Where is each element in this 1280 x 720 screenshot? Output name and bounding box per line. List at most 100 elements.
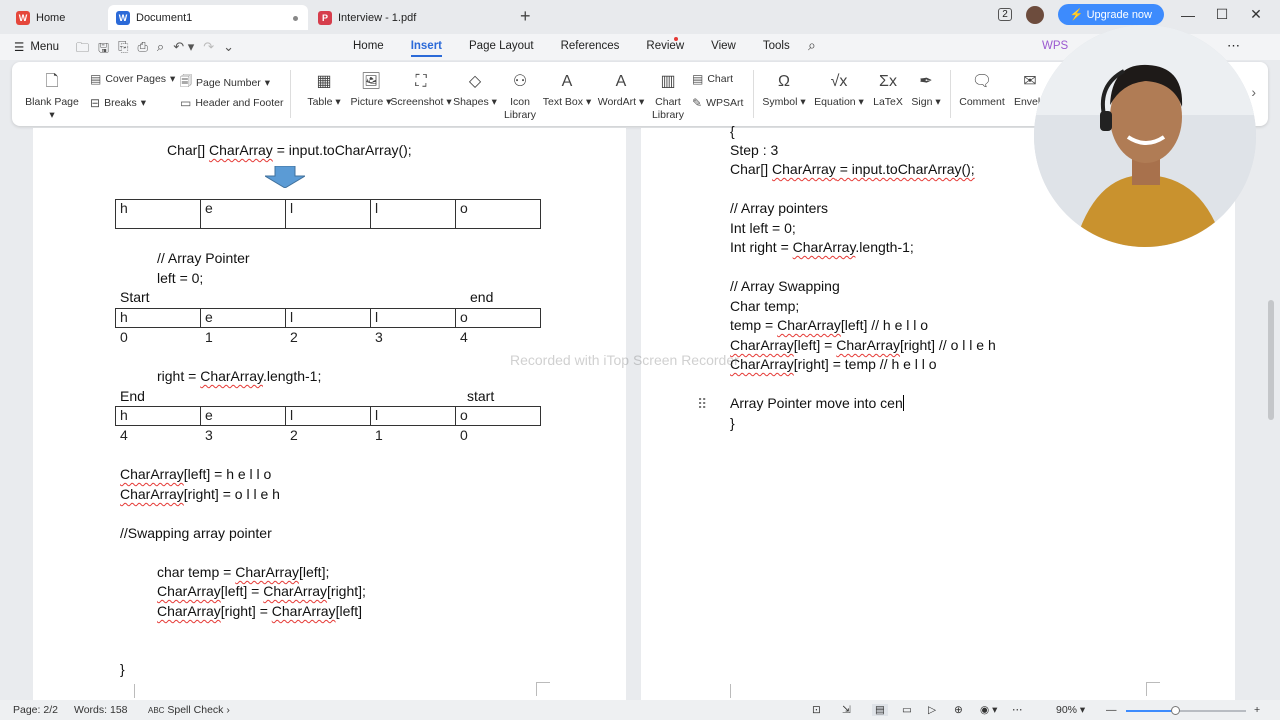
index-label: 1 bbox=[205, 329, 213, 345]
tab-interview-pdf[interactable]: P Interview - 1.pdf bbox=[310, 5, 510, 30]
menu-button[interactable]: ☰ Menu bbox=[14, 40, 59, 54]
wordart-button[interactable]: A WordArt ▾ bbox=[596, 70, 646, 109]
upgrade-button[interactable]: ⚡ Upgrade now bbox=[1057, 4, 1164, 25]
eye-protection-icon[interactable]: ◉ ▾ bbox=[980, 704, 997, 716]
outline-view-icon[interactable]: ⇲ bbox=[842, 704, 851, 716]
drag-handle-icon[interactable]: ⠿ bbox=[697, 396, 707, 413]
index-row-2: 4 3 2 1 0 bbox=[116, 427, 541, 443]
swap-line-3: CharArray[right] = CharArray[left] bbox=[157, 603, 363, 619]
wpsart-button[interactable]: ✎ WPSArt bbox=[692, 96, 743, 110]
shapes-button[interactable]: ◇ Shapes ▾ bbox=[452, 70, 498, 109]
open-folder-icon[interactable]: 🗀 bbox=[76, 39, 89, 61]
array-cell: o bbox=[455, 199, 541, 229]
zoom-level[interactable]: 90% ▾ bbox=[1056, 704, 1085, 716]
open-brace: { bbox=[730, 123, 735, 139]
screenshot-label: Screenshot ▾ bbox=[390, 96, 452, 108]
account-badge-icon[interactable]: 2 bbox=[998, 8, 1012, 21]
save-icon[interactable]: 🖫 bbox=[98, 39, 109, 61]
comment-icon: 🗨 bbox=[971, 72, 993, 90]
typing-line[interactable]: Array Pointer move into cen bbox=[730, 395, 904, 411]
index-label: 2 bbox=[290, 329, 298, 345]
blank-page-button[interactable]: 🗋 Blank Page ▾ bbox=[22, 70, 82, 122]
equation-icon: √x bbox=[830, 72, 848, 90]
print-preview-icon[interactable]: ⌕ bbox=[157, 39, 164, 61]
document-page-left[interactable]: Char[] CharArray = input.toCharArray(); … bbox=[33, 128, 626, 703]
vertical-scrollbar[interactable] bbox=[1268, 300, 1274, 420]
minimize-icon[interactable]: — bbox=[1178, 7, 1198, 23]
zoom-in-icon[interactable]: + bbox=[1254, 704, 1260, 716]
globe-icon[interactable]: ⊕ bbox=[954, 704, 963, 716]
undo-icon[interactable]: ↶ ▾ bbox=[173, 39, 194, 61]
wps-ai-button[interactable]: WPS bbox=[1042, 40, 1068, 52]
word-count[interactable]: Words: 158 bbox=[74, 704, 128, 716]
page-number-button[interactable]: 🗐 Page Number ▾ bbox=[180, 72, 270, 93]
play-icon[interactable]: ▷ bbox=[928, 704, 936, 716]
maximize-icon[interactable]: ☐ bbox=[1212, 6, 1232, 23]
tab-tools[interactable]: Tools bbox=[763, 40, 790, 57]
cover-pages-button[interactable]: ▤ Cover Pages ▾ bbox=[90, 72, 175, 86]
header-footer-button[interactable]: ▭ Header and Footer bbox=[180, 96, 283, 110]
blank-page-label: Blank Page ▾ bbox=[25, 96, 79, 121]
breaks-button[interactable]: ⊟ Breaks ▾ bbox=[90, 96, 146, 110]
avatar[interactable] bbox=[1025, 5, 1044, 24]
tab-insert[interactable]: Insert bbox=[410, 40, 443, 57]
text-box-button[interactable]: A Text Box ▾ bbox=[540, 70, 594, 109]
search-icon[interactable]: ⌕ bbox=[808, 37, 816, 54]
zoom-slider[interactable] bbox=[1126, 706, 1246, 715]
zoom-slider-thumb[interactable] bbox=[1171, 706, 1180, 715]
screenshot-button[interactable]: ⛶ Screenshot ▾ bbox=[388, 70, 454, 109]
sign-button[interactable]: ✒ Sign ▾ bbox=[906, 70, 946, 109]
customize-chevron-icon[interactable]: ⌄ bbox=[223, 39, 234, 61]
more-options-icon[interactable]: ⋯ bbox=[1227, 38, 1240, 54]
equation-button[interactable]: √x Equation ▾ bbox=[812, 70, 866, 109]
tab-references[interactable]: References bbox=[561, 40, 620, 57]
array-table-2: h e l l o bbox=[115, 308, 541, 328]
tab-review[interactable]: Review bbox=[646, 40, 684, 57]
page-view-icon[interactable]: ▤ bbox=[872, 704, 888, 716]
webcam-overlay bbox=[1034, 25, 1256, 247]
page-indicator[interactable]: Page: 2/2 bbox=[13, 704, 58, 716]
equation-label: Equation ▾ bbox=[814, 96, 864, 108]
tab-page-layout[interactable]: Page Layout bbox=[469, 40, 534, 57]
tab-document1-label: Document1 bbox=[136, 11, 193, 24]
export-icon[interactable]: ⎘ bbox=[118, 39, 128, 61]
spell-check-button[interactable]: ABC Spell Check › bbox=[148, 704, 230, 716]
ribbon-tabs: Home Insert Page Layout References Revie… bbox=[353, 40, 790, 57]
tab-document1[interactable]: W Document1 bbox=[108, 5, 308, 30]
chart-library-label-1: Chart bbox=[655, 96, 681, 108]
tab-home-ribbon[interactable]: Home bbox=[353, 40, 384, 57]
screenshot-icon: ⛶ bbox=[415, 72, 427, 90]
icon-library-button[interactable]: ⚇ Icon Library bbox=[500, 70, 540, 122]
margin-marker bbox=[717, 684, 731, 698]
more-status-icon[interactable]: ⋯ bbox=[1012, 704, 1023, 716]
chart-library-button[interactable]: ▥ Chart Library bbox=[648, 70, 688, 122]
hamburger-icon: ☰ bbox=[14, 42, 25, 54]
left-assign: left = 0; bbox=[157, 270, 204, 286]
spell-check-label: Spell Check bbox=[167, 704, 224, 716]
redo-icon[interactable]: ↷ bbox=[203, 39, 214, 61]
new-tab-plus-icon[interactable]: + bbox=[520, 6, 531, 27]
zoom-out-icon[interactable]: — bbox=[1106, 704, 1117, 716]
array-cell: h bbox=[115, 406, 201, 426]
closing-brace-right: } bbox=[730, 415, 735, 431]
web-layout-icon[interactable]: ▭ bbox=[902, 704, 912, 716]
chart-button[interactable]: ▤ Chart bbox=[692, 72, 733, 86]
index-label: 3 bbox=[205, 427, 213, 443]
int-left-line: Int left = 0; bbox=[730, 220, 796, 236]
ribbon-scroll-right-icon[interactable]: › bbox=[1251, 84, 1256, 100]
comment-button[interactable]: 🗨 Comment bbox=[958, 70, 1006, 109]
unsaved-dot-icon[interactable] bbox=[293, 16, 298, 21]
zoom-slider-fill bbox=[1126, 710, 1174, 712]
array-cell: e bbox=[200, 199, 286, 229]
status-bar: Page: 2/2 Words: 158 ABC Spell Check › ⊡… bbox=[0, 700, 1280, 720]
down-arrow-shape[interactable] bbox=[265, 166, 305, 188]
tab-home[interactable]: W Home bbox=[8, 5, 104, 30]
close-icon[interactable]: ✕ bbox=[1246, 6, 1266, 23]
envelope-icon: ✉ bbox=[1023, 72, 1037, 90]
latex-button[interactable]: Σx LaTeX bbox=[868, 70, 908, 109]
print-icon[interactable]: ⎙ bbox=[138, 39, 148, 61]
symbol-button[interactable]: Ω Symbol ▾ bbox=[760, 70, 808, 109]
tab-view[interactable]: View bbox=[711, 40, 736, 57]
icon-library-label-1: Icon bbox=[510, 96, 530, 108]
focus-mode-icon[interactable]: ⊡ bbox=[812, 704, 821, 716]
